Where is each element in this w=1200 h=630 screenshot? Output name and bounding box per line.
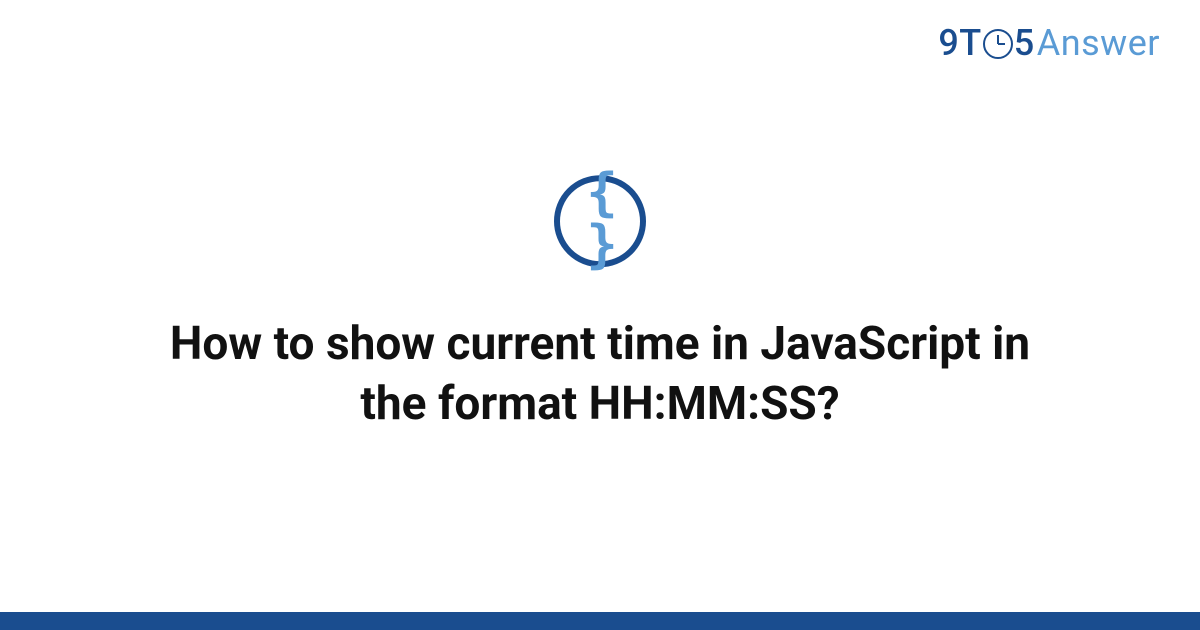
site-logo: 9 T 5 Answer	[938, 22, 1160, 64]
code-braces-icon: { }	[560, 167, 640, 271]
logo-text-answer: Answer	[1037, 22, 1160, 64]
logo-text-nine: 9	[938, 22, 959, 64]
clock-icon	[983, 29, 1013, 59]
main-content: { } How to show current time in JavaScri…	[0, 175, 1200, 435]
logo-text-t: T	[959, 22, 981, 64]
logo-text-five: 5	[1014, 22, 1035, 64]
footer-accent-bar	[0, 612, 1200, 630]
category-icon-circle: { }	[554, 175, 646, 267]
question-title: How to show current time in JavaScript i…	[150, 315, 1050, 435]
